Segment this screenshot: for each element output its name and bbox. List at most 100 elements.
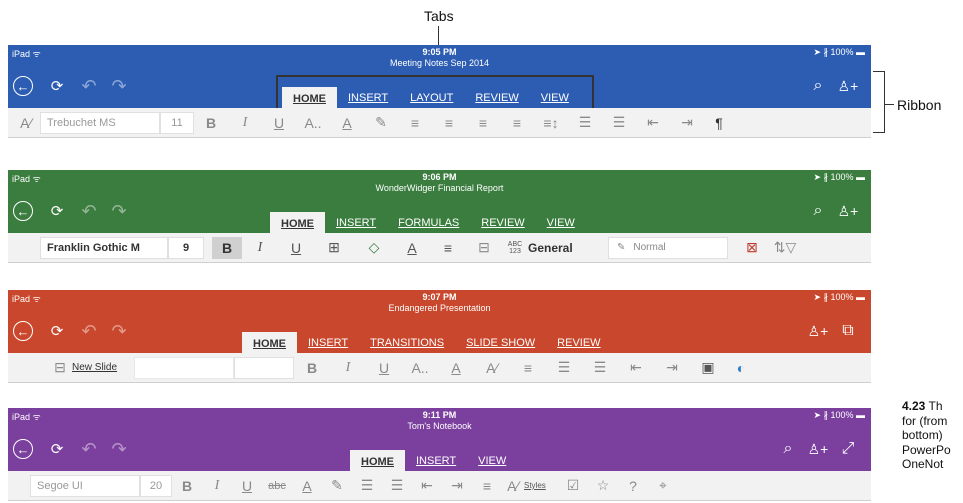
- decrease-indent-icon[interactable]: ⇤: [618, 357, 654, 379]
- italic-icon[interactable]: I: [330, 357, 366, 379]
- search-button[interactable]: ⌕: [806, 75, 830, 97]
- highlighter-icon[interactable]: ✎: [322, 475, 352, 497]
- underline-icon[interactable]: U: [278, 237, 314, 259]
- undo-button[interactable]: ↶: [78, 438, 100, 460]
- font-color-icon[interactable]: A: [394, 237, 430, 259]
- fill-color-icon[interactable]: ◇: [354, 237, 394, 259]
- bullets-icon[interactable]: ☰: [546, 357, 582, 379]
- number-format-value[interactable]: General: [528, 237, 608, 259]
- tab-insert[interactable]: INSERT: [325, 217, 387, 233]
- tab-insert[interactable]: INSERT: [405, 455, 467, 471]
- file-save-button[interactable]: ⟳: [46, 438, 68, 460]
- align-center-icon[interactable]: ≡: [432, 112, 466, 134]
- undo-button[interactable]: ↶: [78, 200, 100, 222]
- redo-button[interactable]: ↷: [108, 75, 130, 97]
- merge-cells-icon[interactable]: ⊟: [466, 237, 502, 259]
- tab-transitions[interactable]: TRANSITIONS: [359, 337, 455, 353]
- share-button[interactable]: ♙+: [836, 75, 860, 97]
- format-painter-icon[interactable]: A∕: [474, 357, 510, 379]
- decrease-indent-icon[interactable]: ⇤: [412, 475, 442, 497]
- bullets-icon[interactable]: ☰: [352, 475, 382, 497]
- share-button[interactable]: ♙+: [806, 320, 830, 342]
- number-format-icon[interactable]: ABC 123: [502, 241, 528, 255]
- tab-insert[interactable]: INSERT: [297, 337, 359, 353]
- text-effects-icon[interactable]: A..: [296, 112, 330, 134]
- more-tags-icon[interactable]: ⌖: [648, 475, 678, 497]
- search-button[interactable]: ⌕: [806, 200, 830, 222]
- align-icon[interactable]: ≡: [430, 237, 466, 259]
- cell-styles-box[interactable]: ✎ Normal: [608, 236, 728, 259]
- format-painter-icon[interactable]: A∕: [12, 112, 40, 134]
- underline-icon[interactable]: U: [262, 112, 296, 134]
- font-size-box[interactable]: [234, 356, 294, 379]
- bullets-icon[interactable]: ☰: [568, 112, 602, 134]
- align-right-icon[interactable]: ≡: [466, 112, 500, 134]
- bold-icon[interactable]: B: [172, 475, 202, 497]
- increase-indent-icon[interactable]: ⇥: [670, 112, 704, 134]
- back-button[interactable]: ←: [12, 438, 34, 460]
- styles-icon[interactable]: A∕: [502, 475, 524, 497]
- present-button[interactable]: ⧉: [836, 320, 860, 342]
- tab-formulas[interactable]: FORMULAS: [387, 217, 470, 233]
- tab-view[interactable]: VIEW: [536, 217, 586, 233]
- text-effects-icon[interactable]: A..: [402, 357, 438, 379]
- decrease-indent-icon[interactable]: ⇤: [636, 112, 670, 134]
- undo-button[interactable]: ↶: [78, 75, 100, 97]
- todo-checkbox-icon[interactable]: ☑: [558, 475, 588, 497]
- show-formatting-icon[interactable]: ¶: [704, 112, 734, 134]
- font-name-box[interactable]: Trebuchet MS: [40, 111, 160, 134]
- back-button[interactable]: ←: [12, 200, 34, 222]
- increase-indent-icon[interactable]: ⇥: [654, 357, 690, 379]
- tab-review[interactable]: REVIEW: [470, 217, 535, 233]
- align-icon[interactable]: ≡: [472, 475, 502, 497]
- shapes-icon[interactable]: ◐: [726, 357, 756, 379]
- numbering-icon[interactable]: ☰: [602, 112, 636, 134]
- numbering-icon[interactable]: ☰: [582, 357, 618, 379]
- file-save-button[interactable]: ⟳: [46, 200, 68, 222]
- file-save-button[interactable]: ⟳: [46, 75, 68, 97]
- new-slide-button[interactable]: New Slide: [72, 362, 134, 373]
- clear-icon[interactable]: ⊠: [734, 237, 770, 259]
- increase-indent-icon[interactable]: ⇥: [442, 475, 472, 497]
- share-button[interactable]: ♙+: [836, 200, 860, 222]
- borders-icon[interactable]: ⊞: [314, 237, 354, 259]
- italic-icon[interactable]: I: [202, 475, 232, 497]
- numbering-icon[interactable]: ☰: [382, 475, 412, 497]
- back-button[interactable]: ←: [12, 320, 34, 342]
- tab-slide-show[interactable]: SLIDE SHOW: [455, 337, 546, 353]
- tab-home[interactable]: HOME: [242, 332, 297, 353]
- font-size-box[interactable]: 9: [168, 236, 204, 259]
- bold-icon[interactable]: B: [194, 112, 228, 134]
- question-tag-icon[interactable]: ?: [618, 475, 648, 497]
- highlighter-icon[interactable]: ✎: [364, 112, 398, 134]
- font-color-icon[interactable]: A: [330, 112, 364, 134]
- align-left-icon[interactable]: ≡: [398, 112, 432, 134]
- bold-icon[interactable]: B: [212, 236, 242, 259]
- align-left-icon[interactable]: ≡: [510, 357, 546, 379]
- italic-icon[interactable]: I: [242, 237, 278, 259]
- underline-icon[interactable]: U: [366, 357, 402, 379]
- share-button[interactable]: ♙+: [806, 438, 830, 460]
- italic-icon[interactable]: I: [228, 112, 262, 134]
- strikethrough-icon[interactable]: abc: [262, 475, 292, 497]
- back-button[interactable]: ←: [12, 75, 34, 97]
- tab-review[interactable]: REVIEW: [546, 337, 611, 353]
- underline-icon[interactable]: U: [232, 475, 262, 497]
- tab-view[interactable]: VIEW: [467, 455, 517, 471]
- sort-filter-icon[interactable]: ⇅▽: [770, 237, 800, 259]
- redo-button[interactable]: ↷: [108, 320, 130, 342]
- font-size-box[interactable]: 11: [160, 111, 194, 134]
- justify-icon[interactable]: ≡: [500, 112, 534, 134]
- line-spacing-icon[interactable]: ≡↕: [534, 112, 568, 134]
- text-box-icon[interactable]: ▣: [690, 357, 726, 379]
- star-tag-icon[interactable]: ☆: [588, 475, 618, 497]
- new-slide-icon[interactable]: ⊟: [48, 357, 72, 379]
- undo-button[interactable]: ↶: [78, 320, 100, 342]
- fullscreen-button[interactable]: ⤢: [836, 438, 860, 460]
- tab-home[interactable]: HOME: [350, 450, 405, 471]
- redo-button[interactable]: ↷: [108, 438, 130, 460]
- tab-home[interactable]: HOME: [270, 212, 325, 233]
- font-size-box[interactable]: 20: [140, 474, 172, 497]
- font-name-box[interactable]: [134, 356, 234, 379]
- styles-button[interactable]: Styles: [524, 481, 558, 490]
